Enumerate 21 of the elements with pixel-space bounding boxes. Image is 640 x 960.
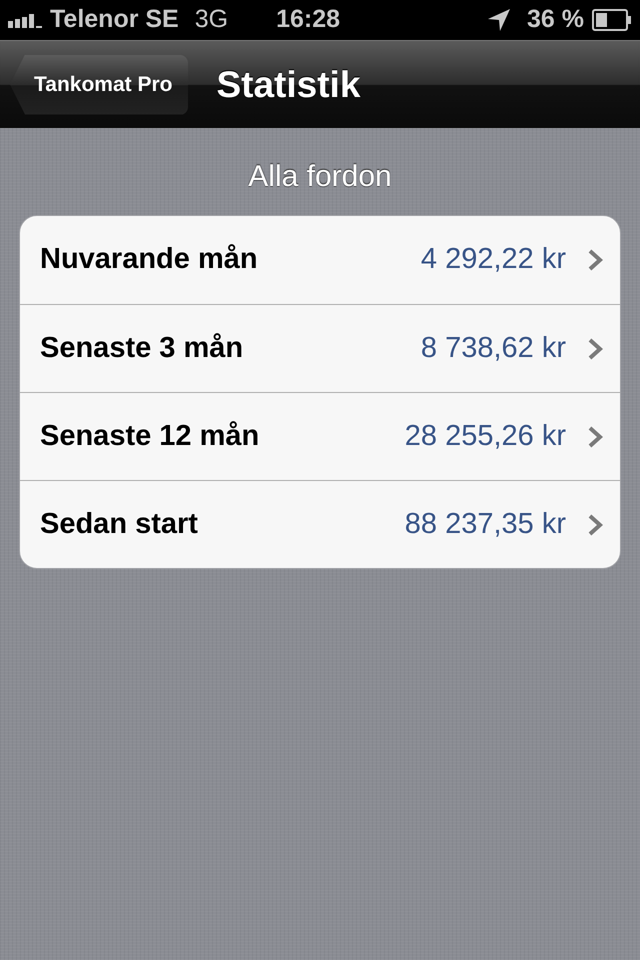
chevron-icon [588,514,604,536]
location-icon [487,8,512,32]
back-button[interactable]: Tankomat Pro [10,54,188,114]
row-label: Senaste 12 mån [40,418,260,454]
chevron-icon [588,426,604,448]
row-label: Nuvarande mån [40,242,258,278]
nav-title: Statistik [216,62,360,107]
battery-percentage: 36 % [527,4,584,36]
row-value: 88 237,35 kr [404,506,566,542]
row-label: Sedan start [40,506,198,542]
carrier-name: Telenor SE [50,4,179,36]
battery-icon [592,9,632,31]
row-value: 8 738,62 kr [420,330,566,366]
row-value: 4 292,22 kr [420,242,566,278]
network-type: 3G [194,4,228,36]
clock-time: 16:28 [276,4,340,36]
chevron-icon [588,338,604,360]
row-value: 28 255,26 kr [404,418,566,454]
section-header: Alla fordon [247,159,393,195]
chevron-icon [588,249,604,271]
row-label: Senaste 3 mån [40,330,244,366]
